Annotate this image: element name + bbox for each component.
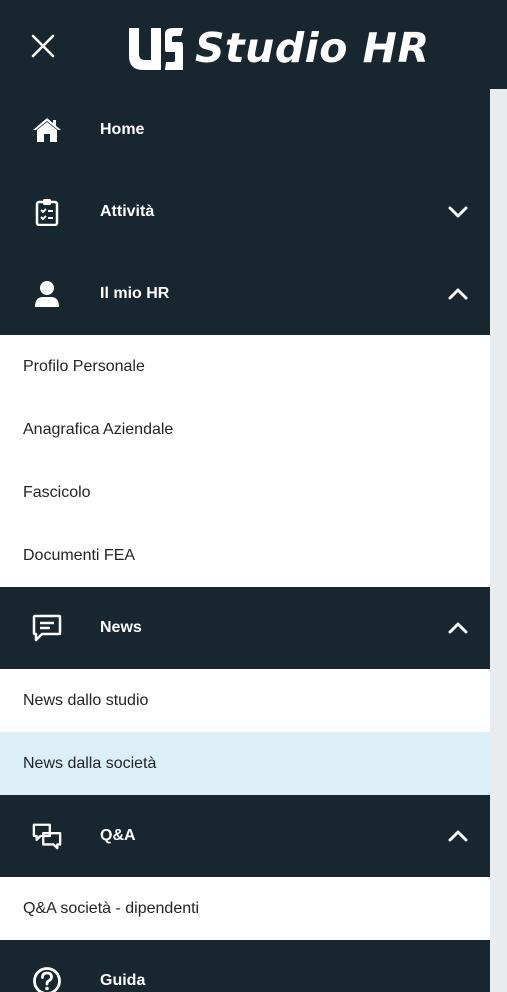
chevron-up-icon[interactable]: [448, 621, 468, 635]
app: Studio HR Home Attività Il mio HR Profil…: [0, 0, 507, 992]
sidebar-subitem-fascicolo[interactable]: Fascicolo: [0, 461, 490, 524]
sidebar-item-attivita[interactable]: Attività: [0, 171, 490, 253]
message-icon: [32, 613, 62, 643]
sidebar-item-guida[interactable]: Guida: [0, 940, 490, 992]
sidebar-item-home[interactable]: Home: [0, 89, 490, 171]
sidebar-item-label: Home: [100, 121, 145, 138]
chat-icon: [32, 821, 62, 851]
studio-logo-icon: [125, 26, 185, 70]
sidebar-item-label: News: [100, 619, 142, 636]
sidebar-item-label: Q&A: [100, 827, 136, 844]
home-icon: [32, 115, 62, 145]
brand-name: Studio HR: [195, 24, 430, 72]
help-icon: [32, 966, 62, 992]
sidebar-subitem-qa-societa-dipendenti[interactable]: Q&A società - dipendenti: [0, 877, 490, 940]
sidebar-subitem-documenti-fea[interactable]: Documenti FEA: [0, 524, 490, 587]
chevron-up-icon[interactable]: [448, 829, 468, 843]
sidebar-subitem-profilo-personale[interactable]: Profilo Personale: [0, 335, 490, 398]
brand-logo[interactable]: Studio HR: [125, 20, 430, 76]
sidebar-item-label: Il mio HR: [100, 285, 170, 302]
sidebar-subitem-news-dalla-societa[interactable]: News dalla società: [0, 732, 490, 795]
user-icon: [32, 279, 62, 309]
chevron-down-icon[interactable]: [448, 205, 468, 219]
sidebar-item-news[interactable]: News: [0, 587, 490, 669]
sidebar: Home Attività Il mio HR Profilo Personal…: [0, 89, 490, 992]
sidebar-item-qa[interactable]: Q&A: [0, 795, 490, 877]
chevron-up-icon[interactable]: [448, 287, 468, 301]
sidebar-subitem-news-dallo-studio[interactable]: News dallo studio: [0, 669, 490, 732]
sidebar-subitem-anagrafica-aziendale[interactable]: Anagrafica Aziendale: [0, 398, 490, 461]
content-pane: [490, 89, 507, 992]
sidebar-item-label: Attività: [100, 203, 155, 220]
sidebar-item-il-mio-hr[interactable]: Il mio HR: [0, 253, 490, 335]
clipboard-icon: [32, 197, 62, 227]
close-icon[interactable]: [30, 33, 56, 59]
header: Studio HR: [0, 0, 507, 89]
sidebar-item-label: Guida: [100, 972, 146, 989]
